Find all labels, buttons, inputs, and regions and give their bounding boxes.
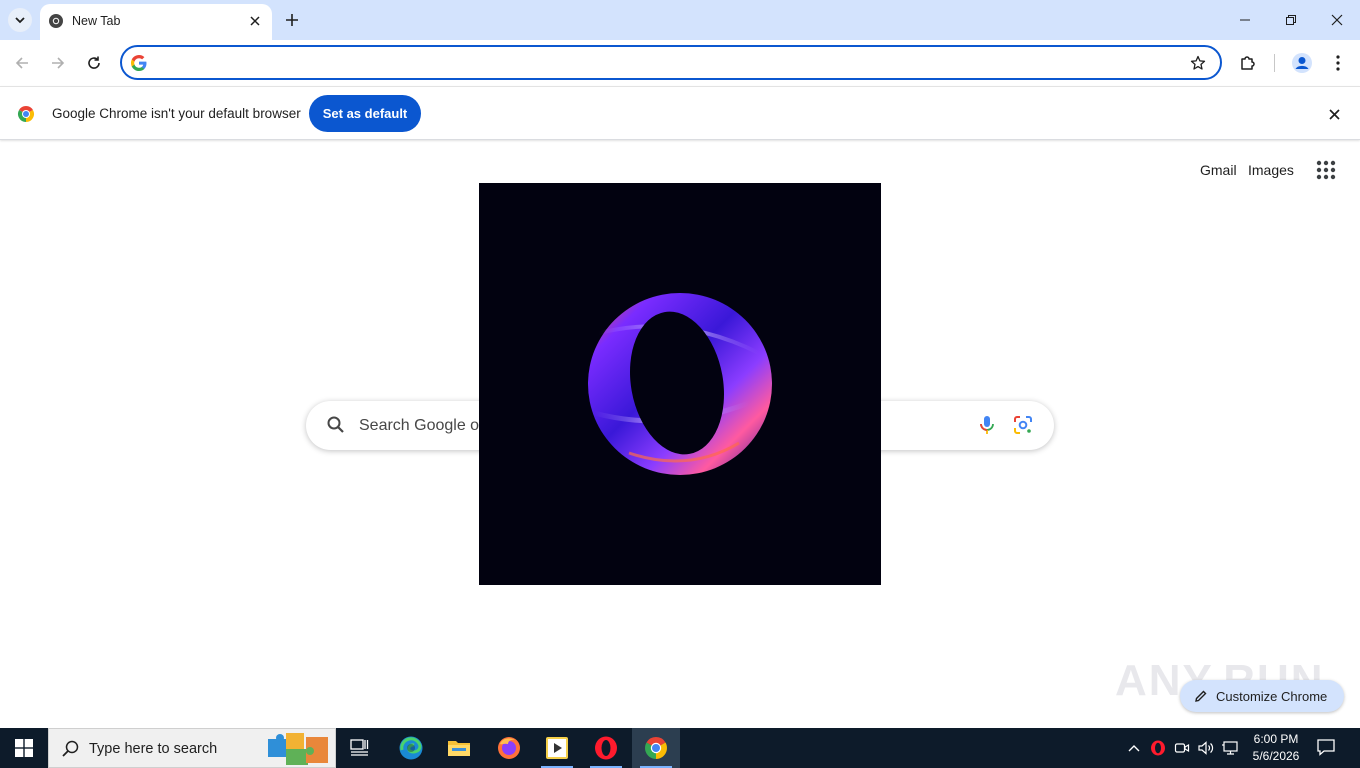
edge-icon [399, 736, 423, 760]
firefox-icon [498, 737, 520, 759]
chrome-logo-icon [17, 106, 35, 122]
tray-meet-now[interactable] [1172, 738, 1192, 758]
browser-toolbar [0, 40, 1360, 86]
reload-button[interactable] [82, 51, 106, 75]
clock-date: 5/6/2026 [1252, 749, 1300, 763]
opera-icon [595, 736, 617, 760]
tab-title: New Tab [72, 14, 121, 28]
taskbar-opera[interactable] [582, 728, 630, 768]
taskbar-search-placeholder: Type here to search [89, 741, 218, 757]
minimize-icon [1240, 19, 1250, 21]
extensions-button[interactable] [1236, 51, 1260, 75]
tab-strip: New Tab [0, 0, 1360, 40]
search-icon [327, 416, 344, 433]
profile-button[interactable] [1290, 51, 1314, 75]
taskbar-chrome[interactable] [632, 728, 680, 768]
close-icon [250, 16, 260, 26]
notification-center-button[interactable] [1316, 738, 1338, 758]
media-player-icon [546, 737, 568, 759]
customize-chrome-label: Customize Chrome [1216, 688, 1328, 704]
close-icon [1331, 14, 1343, 26]
windows-taskbar: Type here to search 6:00 PM 5/6/2026 [0, 728, 1360, 768]
tab-search-button[interactable] [8, 8, 32, 32]
taskbar-edge[interactable] [387, 728, 435, 768]
chevron-down-icon [15, 17, 25, 24]
tray-volume[interactable] [1196, 738, 1216, 758]
task-view-button[interactable] [336, 728, 384, 768]
star-icon [1190, 55, 1206, 70]
search-highlight-puzzle-icon [268, 733, 328, 765]
google-g-icon [131, 55, 147, 71]
taskbar-search-box[interactable]: Type here to search [48, 728, 336, 768]
tray-opera[interactable] [1148, 738, 1168, 758]
new-tab-button[interactable] [282, 10, 302, 30]
apps-grid-icon [1316, 160, 1336, 180]
google-apps-button[interactable] [1314, 158, 1338, 182]
microphone-icon[interactable] [976, 414, 998, 436]
notification-icon [1317, 739, 1335, 756]
speaker-icon [1198, 741, 1214, 755]
chevron-up-icon [1128, 745, 1140, 752]
arrow-left-icon [15, 57, 28, 69]
google-lens-icon[interactable] [1012, 414, 1034, 436]
bookmark-star-button[interactable] [1188, 53, 1208, 73]
task-view-icon [350, 739, 369, 756]
more-vertical-icon [1336, 55, 1340, 71]
reload-icon [88, 56, 100, 69]
start-button[interactable] [0, 728, 48, 768]
opera-logo-icon [588, 293, 772, 475]
tray-overflow-button[interactable] [1124, 738, 1144, 758]
chrome-menu-button[interactable] [1326, 51, 1350, 75]
puzzle-piece-icon [1241, 56, 1255, 70]
opera-splash-window [479, 183, 881, 585]
taskbar-firefox[interactable] [485, 728, 533, 768]
taskbar-media-player[interactable] [533, 728, 581, 768]
close-icon [1328, 108, 1340, 120]
toolbar-separator [1274, 54, 1275, 72]
infobar-message: Google Chrome isn't your default browser [52, 106, 301, 121]
network-icon [1222, 741, 1238, 755]
default-browser-infobar: Google Chrome isn't your default browser… [0, 86, 1360, 140]
minimize-button[interactable] [1222, 0, 1268, 40]
back-button[interactable] [10, 51, 34, 75]
tab-close-button[interactable] [246, 12, 264, 30]
camera-icon [1174, 743, 1190, 753]
images-link[interactable]: Images [1248, 162, 1294, 178]
opera-icon [1151, 740, 1165, 756]
close-window-button[interactable] [1314, 0, 1360, 40]
avatar-icon [1292, 53, 1312, 73]
infobar-close-button[interactable] [1324, 104, 1344, 124]
tab-new-tab[interactable]: New Tab [40, 4, 272, 40]
folder-icon [448, 741, 470, 756]
tray-network[interactable] [1220, 738, 1240, 758]
taskbar-file-explorer[interactable] [435, 728, 483, 768]
restore-icon [1286, 15, 1296, 25]
forward-button[interactable] [46, 51, 70, 75]
customize-chrome-button[interactable]: Customize Chrome [1180, 680, 1344, 712]
taskbar-clock[interactable]: 6:00 PM 5/6/2026 [1248, 731, 1304, 765]
chrome-icon [645, 737, 667, 759]
plus-icon [286, 14, 298, 26]
chrome-icon [49, 14, 63, 28]
address-bar[interactable] [120, 45, 1222, 80]
search-icon [62, 740, 79, 757]
restore-button[interactable] [1268, 0, 1314, 40]
set-as-default-button[interactable]: Set as default [309, 95, 421, 132]
windows-logo-icon [15, 739, 33, 757]
pencil-icon [1195, 690, 1207, 702]
gmail-link[interactable]: Gmail [1200, 162, 1237, 178]
clock-time: 6:00 PM [1253, 732, 1299, 746]
arrow-right-icon [52, 57, 65, 69]
